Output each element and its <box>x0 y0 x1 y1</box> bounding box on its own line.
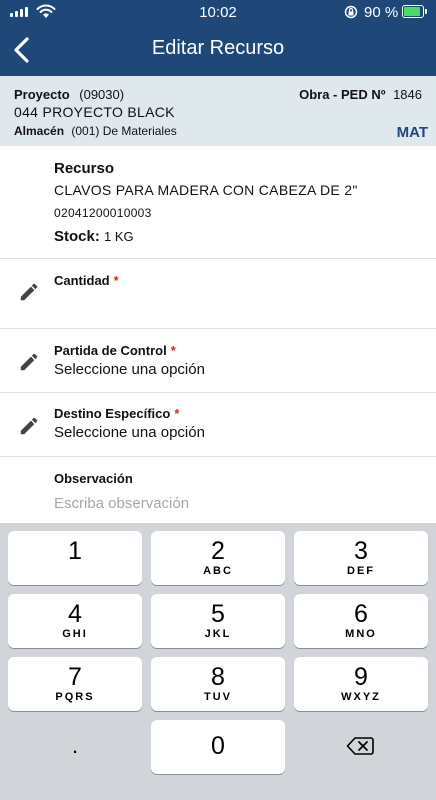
partida-control-label: Partida de Control * <box>54 343 176 358</box>
project-name: 044 PROYECTO BLACK <box>14 104 175 120</box>
battery-percentage: 90 % <box>364 4 399 21</box>
observacion-input[interactable]: Escriba observación <box>54 495 189 512</box>
cantidad-label: Cantidad * <box>54 273 119 288</box>
key-8[interactable]: 8 TUV <box>151 657 285 711</box>
project-header: Proyecto (09030) <box>14 87 124 102</box>
key-1[interactable]: 1 <box>8 531 142 585</box>
resource-section: Recurso CLAVOS PARA MADERA CON CABEZA DE… <box>0 146 436 259</box>
status-bar: 10:02 90 % <box>0 0 436 24</box>
obra-value: 1846 <box>393 87 422 102</box>
almacen-value: (001) De Materiales <box>71 124 177 138</box>
key-9[interactable]: 9 WXYZ <box>294 657 428 711</box>
stock-info: Stock: 1 KG <box>54 228 134 245</box>
key-decimal[interactable]: . <box>8 720 142 774</box>
resource-description: CLAVOS PARA MADERA CON CABEZA DE 2" <box>54 182 358 198</box>
backspace-icon <box>346 737 374 755</box>
pencil-icon <box>20 417 38 435</box>
project-code: (09030) <box>79 87 125 102</box>
project-label: Proyecto <box>14 87 70 102</box>
partida-control-value[interactable]: Seleccione una opción <box>54 361 205 378</box>
destino-especifico-field[interactable]: Destino Específico * Seleccione una opció… <box>0 393 436 457</box>
key-3[interactable]: 3 DEF <box>294 531 428 585</box>
obra-info: Obra - PED Nº 1846 <box>299 87 422 102</box>
cantidad-field[interactable]: Cantidad * <box>0 259 436 329</box>
project-info-panel: Proyecto (09030) Obra - PED Nº 1846 044 … <box>0 76 436 146</box>
stock-value: 1 KG <box>104 229 134 244</box>
key-2[interactable]: 2 ABC <box>151 531 285 585</box>
observacion-field[interactable]: Observación Escriba observación <box>0 457 436 523</box>
key-0[interactable]: 0 <box>151 720 285 774</box>
delete-button[interactable] <box>294 720 428 774</box>
battery-icon <box>402 5 427 18</box>
navigation-bar: Editar Recurso <box>0 24 436 76</box>
partida-control-field[interactable]: Partida de Control * Seleccione una opció… <box>0 329 436 393</box>
mat-badge: MAT <box>396 124 428 141</box>
resource-label: Recurso <box>54 160 115 177</box>
key-4[interactable]: 4 GHI <box>8 594 142 648</box>
destino-especifico-label: Destino Específico * <box>54 406 180 421</box>
key-6[interactable]: 6 MNO <box>294 594 428 648</box>
rotation-lock-icon <box>344 5 358 19</box>
resource-code: 02041200010003 <box>54 206 152 220</box>
page-title: Editar Recurso <box>151 37 285 59</box>
numeric-keypad: 1 2 ABC 3 DEF 4 GHI 5 JKL 6 MNO 7 PQRS 8 TUV 9W… <box>0 523 436 800</box>
almacen-info: Almacén (001) De Materiales <box>14 124 177 138</box>
observacion-label: Observación <box>54 471 133 486</box>
key-5[interactable]: 5 JKL <box>151 594 285 648</box>
pencil-icon <box>20 353 38 371</box>
almacen-label: Almacén <box>14 124 65 138</box>
stock-label: Stock: <box>54 228 100 245</box>
pencil-icon <box>20 283 38 301</box>
key-7[interactable]: 7 PQRS <box>8 657 142 711</box>
destino-especifico-value[interactable]: Seleccione una opción <box>54 424 205 441</box>
obra-label: Obra - PED Nº <box>299 87 386 102</box>
